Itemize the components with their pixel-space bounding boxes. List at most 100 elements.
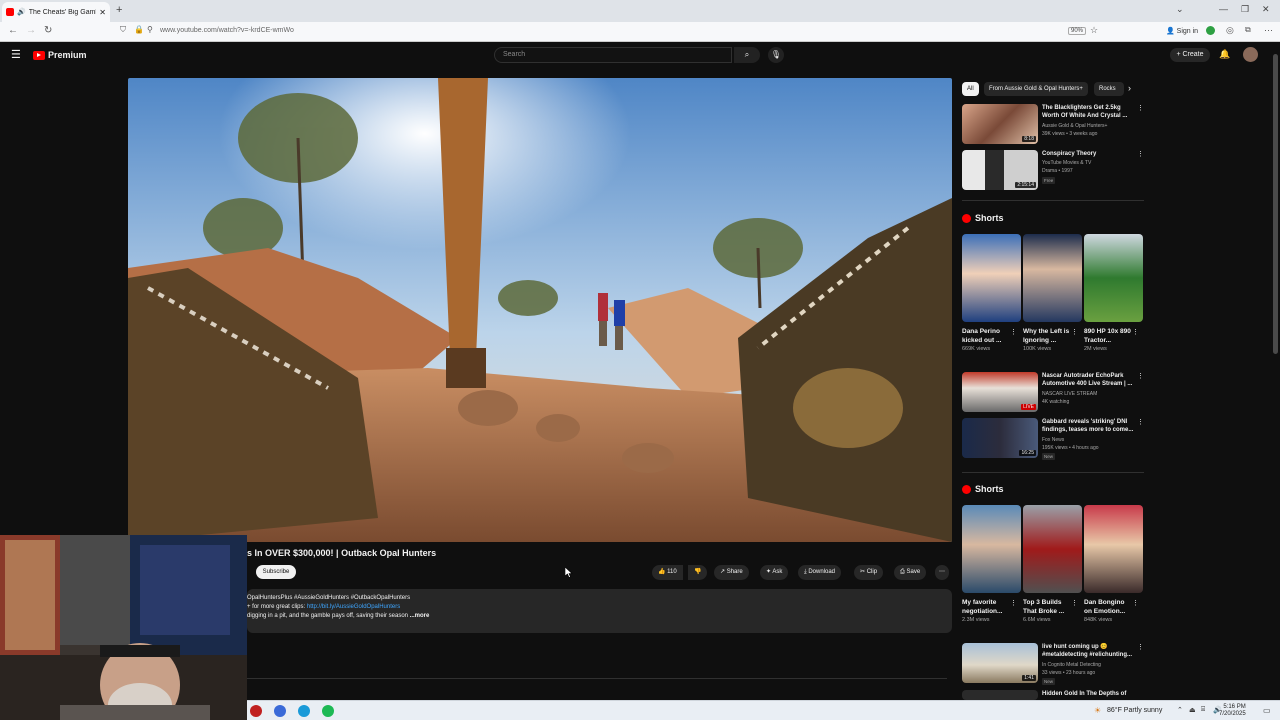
scrollbar-thumb[interactable] [1273,54,1278,354]
video-thumbnail[interactable]: 16:25 [962,418,1038,458]
like-button[interactable]: 👍 110 [652,565,683,580]
video-thumbnail[interactable] [962,690,1038,700]
browser-tab[interactable]: 🔊 The Cheats' Big Gamble Bri ✕ [2,2,110,22]
more-options-icon[interactable]: ⋮ [1137,418,1144,426]
more-options-icon[interactable]: ⋮ [1137,643,1144,651]
video-title[interactable]: Hidden Gold In The Depths of [1042,690,1136,698]
share-button[interactable]: ↗ Share [714,565,749,580]
video-title[interactable]: The Blacklighters Get 2.5kg Worth Of Whi… [1042,104,1136,120]
permissions-icon[interactable]: ⚲ [147,25,153,34]
minimize-button[interactable]: — [1219,4,1228,14]
hamburger-menu-icon[interactable]: ☰ [11,48,21,61]
short-title[interactable]: Why the Left is Ignoring ... [1023,327,1071,345]
download-button[interactable]: ⤓ Download [798,565,842,580]
video-player[interactable] [128,78,952,542]
short-item[interactable]: Dan Bongino on Emotion... 848K views ⋮ [1084,505,1143,623]
more-options-icon[interactable]: ⋮ [1132,599,1139,607]
short-title[interactable]: Top 3 Builds That Broke ... [1023,598,1071,616]
spotify-icon[interactable] [322,705,334,717]
close-window-button[interactable]: ✕ [1262,4,1270,15]
recommended-video[interactable]: LIVE Nascar Autotrader EchoPark Automoti… [962,372,1144,412]
dislike-button[interactable]: 👎 [688,565,708,580]
chip-rocks[interactable]: Rocks [1094,82,1124,96]
youtube-logo[interactable]: Premium [33,50,87,60]
more-options-icon[interactable]: ⋮ [1010,599,1017,607]
network-icon[interactable]: ⌸ [1201,706,1205,714]
notifications-bell-icon[interactable]: 🔔 [1219,49,1230,60]
more-options-icon[interactable]: ⋮ [1071,328,1078,336]
channel-name[interactable]: In Cognito Metal Detecting [1042,662,1136,669]
recommended-video[interactable]: Hidden Gold In The Depths of [962,690,1142,700]
tray-chevron-icon[interactable]: ⌃ [1177,706,1183,714]
more-options-icon[interactable]: ⋮ [1137,372,1144,380]
short-thumbnail[interactable] [1084,505,1143,593]
save-button[interactable]: ⎙ Save [894,565,927,580]
short-item[interactable]: Why the Left is Ignoring ... 100K views … [1023,234,1082,352]
short-thumbnail[interactable] [962,234,1021,322]
zoom-indicator[interactable]: 90% [1068,27,1087,35]
more-options-icon[interactable]: ⋮ [1071,599,1078,607]
description-link[interactable]: http://bit.ly/AussieGoldOpalHunters [307,604,400,610]
channel-name[interactable]: YouTube Movies & TV [1042,160,1136,167]
clip-button[interactable]: ✂ Clip [854,565,884,580]
search-button[interactable]: ⌕ [734,47,760,63]
lock-icon[interactable]: 🔒 [134,25,144,34]
short-item[interactable]: Top 3 Builds That Broke ... 6.6M views ⋮ [1023,505,1082,623]
search-input[interactable]: Search [494,47,732,63]
voice-search-button[interactable]: 🎙 [768,47,784,63]
system-clock[interactable]: 5:16 PM 7/20/2025 [1219,704,1246,718]
create-button[interactable]: + Create [1170,48,1210,62]
video-thumbnail[interactable]: LIVE [962,372,1038,412]
channel-name[interactable]: Fox News [1042,437,1136,444]
copilot-icon[interactable]: ◎ [1226,25,1234,36]
recommended-video[interactable]: 8:18 The Blacklighters Get 2.5kg Worth O… [962,104,1144,144]
subscribe-button[interactable]: Subscribe [256,565,296,579]
bookmark-star-icon[interactable]: ☆ [1090,25,1098,36]
extension-icon[interactable] [1206,26,1215,35]
more-options-icon[interactable]: ⋮ [1137,104,1144,112]
more-actions-button[interactable]: ⋯ [935,565,949,580]
short-title[interactable]: Dana Perino kicked out ... [962,327,1010,345]
short-title[interactable]: Dan Bongino on Emotion... [1084,598,1132,616]
video-title[interactable]: live hunt coming up 😊 #metaldetecting #r… [1042,643,1136,659]
close-tab-icon[interactable]: ✕ [99,8,106,17]
edge-icon[interactable] [298,705,310,717]
short-thumbnail[interactable] [1023,234,1082,322]
description-tags[interactable]: OpalHuntersPlus #AussieGoldHunters #Outb… [247,595,952,601]
shield-icon[interactable]: ⛉ [120,25,126,35]
collections-icon[interactable]: ⧉ [1245,25,1251,35]
weather-widget[interactable]: 86°F Partly sunny [1107,707,1162,714]
menu-dots-icon[interactable]: ⋯ [1264,25,1273,36]
avatar[interactable] [1243,47,1258,62]
browser-signin[interactable]: 👤 Sign in [1166,27,1198,35]
forward-icon[interactable]: → [26,25,36,36]
video-title[interactable]: Conspiracy Theory [1042,150,1136,158]
description-more-link[interactable]: ...more [410,613,430,619]
app-icon[interactable] [250,705,262,717]
short-item[interactable]: Dana Perino kicked out ... 669K views ⋮ [962,234,1021,352]
video-title[interactable]: Gabbard reveals 'striking' DNI findings,… [1042,418,1136,434]
notification-center-icon[interactable]: ▭ [1263,706,1271,715]
short-title[interactable]: My favorite negotiation... [962,598,1010,616]
tab-list-chevron-icon[interactable]: ⌄ [1176,4,1184,15]
back-icon[interactable]: ← [8,25,18,36]
video-thumbnail[interactable]: 8:18 [962,104,1038,144]
short-item[interactable]: My favorite negotiation... 2.3M views ⋮ [962,505,1021,623]
recommended-video[interactable]: 2:15:14 Conspiracy Theory YouTube Movies… [962,150,1144,190]
video-description[interactable]: OpalHuntersPlus #AussieGoldHunters #Outb… [247,589,952,633]
url-field[interactable]: www.youtube.com/watch?v=-krdCE-wmWo [160,27,294,34]
short-thumbnail[interactable] [1023,505,1082,593]
more-options-icon[interactable]: ⋮ [1010,328,1017,336]
more-options-icon[interactable]: ⋮ [1137,150,1144,158]
chip-all[interactable]: All [962,82,979,96]
new-tab-button[interactable]: + [116,4,122,16]
ask-button[interactable]: ✦ Ask [760,565,789,580]
chips-next-chevron-icon[interactable]: › [1128,83,1131,93]
page-scrollbar[interactable] [1271,42,1280,700]
channel-name[interactable]: NASCAR LIVE STREAM [1042,391,1136,398]
video-thumbnail[interactable]: 2:15:14 [962,150,1038,190]
recommended-video[interactable]: 16:25 Gabbard reveals 'striking' DNI fin… [962,418,1144,460]
recommended-video[interactable]: 1:41 live hunt coming up 😊 #metaldetecti… [962,643,1144,685]
video-title[interactable]: Nascar Autotrader EchoPark Automotive 40… [1042,372,1136,388]
short-thumbnail[interactable] [962,505,1021,593]
